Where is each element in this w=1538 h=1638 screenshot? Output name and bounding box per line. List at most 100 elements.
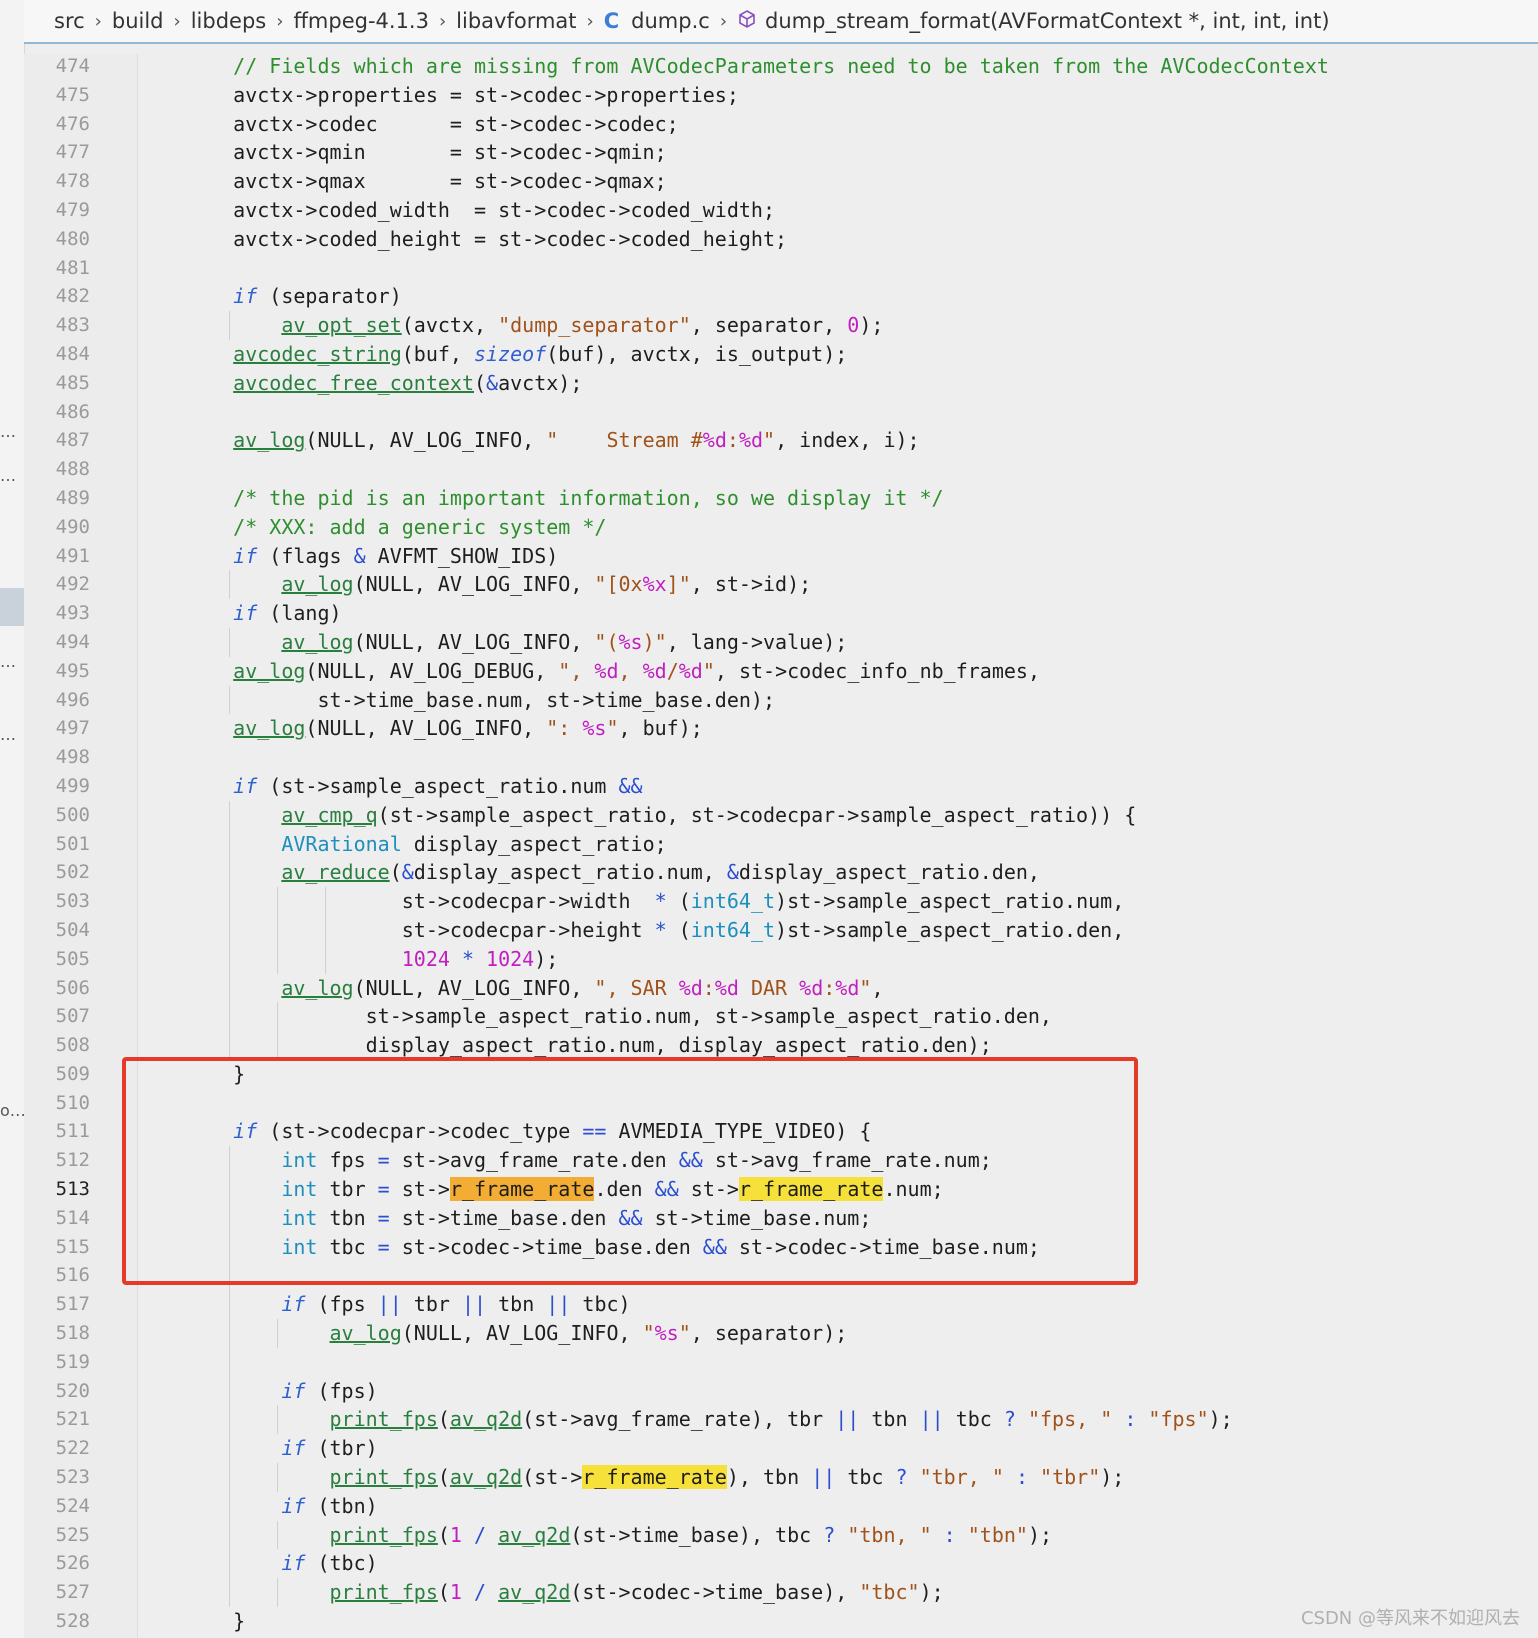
code-token: int64_t — [690, 889, 776, 914]
code-line[interactable]: 499 if (st->sample_aspect_ratio.num && — [0, 772, 1538, 801]
code-line[interactable]: 479 avctx->coded_width = st->codec->code… — [0, 196, 1538, 225]
code-token: st->codecpar->width — [185, 889, 655, 914]
code-line[interactable]: 493 if (lang) — [0, 599, 1538, 628]
code-line[interactable]: 482 if (separator) — [0, 282, 1538, 311]
code-line[interactable]: 503 st->codecpar->width * (int64_t)st->s… — [0, 887, 1538, 916]
code-text: av_log(NULL, AV_LOG_INFO, "%s", separato… — [185, 1319, 848, 1348]
code-line[interactable]: 497 av_log(NULL, AV_LOG_INFO, ": %s", bu… — [0, 714, 1538, 743]
code-line[interactable]: 484 avcodec_string(buf, sizeof(buf), avc… — [0, 340, 1538, 369]
breadcrumb-item[interactable]: ffmpeg-4.1.3 — [293, 9, 429, 33]
line-number: 504 — [55, 918, 90, 941]
code-line[interactable]: 500 av_cmp_q(st->sample_aspect_ratio, st… — [0, 800, 1538, 830]
code-line[interactable]: 522 if (tbr) — [0, 1434, 1538, 1464]
code-token: avctx->qmax = st->codec->qmax; — [185, 169, 667, 194]
code-line[interactable]: 483 av_opt_set(avctx, "dump_separator", … — [0, 311, 1538, 340]
code-line[interactable]: 489 /* the pid is an important informati… — [0, 484, 1538, 513]
code-token: ? — [823, 1522, 836, 1547]
breadcrumb-item[interactable]: src — [54, 9, 85, 33]
code-line[interactable]: 498 — [0, 743, 1538, 772]
code-line[interactable]: 488 — [0, 455, 1538, 484]
code-text: avctx->coded_width = st->codec->coded_wi… — [185, 196, 775, 225]
code-token: || — [546, 1292, 571, 1317]
code-token: av_cmp_q — [281, 802, 378, 827]
code-token: (st->codec->time_base), — [570, 1580, 860, 1605]
code-token: || — [919, 1407, 944, 1432]
code-token: ( — [666, 889, 691, 914]
chevron-right-icon: › — [586, 10, 594, 32]
code-line[interactable]: 485 avcodec_free_context(&avctx); — [0, 369, 1538, 398]
code-line[interactable]: 478 avctx->qmax = st->codec->qmax; — [0, 167, 1538, 196]
code-editor[interactable]: 474 // Fields which are missing from AVC… — [0, 52, 1538, 1636]
code-text: avcodec_string(buf, sizeof(buf), avctx, … — [185, 340, 847, 369]
code-line[interactable]: 518 av_log(NULL, AV_LOG_INFO, "%s", sepa… — [0, 1319, 1538, 1348]
code-token: print_fps — [329, 1522, 438, 1547]
code-token: av_reduce — [281, 860, 390, 885]
code-text: if (lang) — [185, 599, 341, 628]
code-line[interactable]: 481 — [0, 254, 1538, 283]
code-line[interactable]: 521 print_fps(av_q2d(st->avg_frame_rate)… — [0, 1405, 1538, 1435]
code-token: avctx->coded_width = st->codec->coded_wi… — [185, 197, 776, 222]
code-line[interactable]: 527 print_fps(1 / av_q2d(st->codec->time… — [0, 1578, 1538, 1608]
code-line[interactable]: 486 — [0, 398, 1538, 427]
code-token: , separator, — [690, 313, 848, 338]
code-token: tbc) — [570, 1292, 631, 1317]
code-line[interactable]: 501 AVRational display_aspect_ratio; — [0, 829, 1538, 859]
code-line[interactable]: 492 av_log(NULL, AV_LOG_INFO, "[0x%x]", … — [0, 570, 1538, 600]
code-text: av_log(NULL, AV_LOG_INFO, ": %s", buf); — [185, 714, 703, 743]
breadcrumb-item[interactable]: libavformat — [456, 9, 576, 33]
code-token: if — [233, 773, 258, 798]
code-token: avctx->coded_height = st->codec->coded_h… — [185, 226, 788, 251]
code-line[interactable]: 487 av_log(NULL, AV_LOG_INFO, " Stream #… — [0, 426, 1538, 455]
code-line[interactable]: 502 av_reduce(&display_aspect_ratio.num,… — [0, 858, 1538, 888]
code-line[interactable]: 525 print_fps(1 / av_q2d(st->time_base),… — [0, 1520, 1538, 1550]
code-line[interactable]: 491 if (flags & AVFMT_SHOW_IDS) — [0, 542, 1538, 571]
code-line[interactable]: 495 av_log(NULL, AV_LOG_DEBUG, ", %d, %d… — [0, 657, 1538, 686]
code-line[interactable]: 519 — [0, 1347, 1538, 1377]
code-line[interactable]: 494 av_log(NULL, AV_LOG_INFO, "(%s)", la… — [0, 627, 1538, 657]
chevron-right-icon: › — [94, 10, 102, 32]
code-line[interactable]: 505 1024 * 1024); — [0, 944, 1538, 974]
breadcrumb-item[interactable]: libdeps — [191, 9, 267, 33]
code-line[interactable]: 523 print_fps(av_q2d(st->r_frame_rate), … — [0, 1463, 1538, 1492]
code-token: 1024 — [486, 946, 535, 971]
breadcrumb-file[interactable]: dump.c — [631, 9, 710, 33]
code-line[interactable]: 507 st->sample_aspect_ratio.num, st->sam… — [0, 1002, 1538, 1032]
code-line[interactable]: 517 if (fps || tbr || tbn || tbc) — [0, 1290, 1538, 1320]
code-text: av_reduce(&display_aspect_ratio.num, &di… — [185, 858, 1040, 887]
code-line[interactable]: 524 if (tbn) — [0, 1491, 1538, 1521]
code-token: if — [281, 1436, 306, 1461]
code-token: (st->time_base), tbc — [570, 1522, 824, 1547]
code-token: %d — [714, 975, 739, 1000]
code-token: || — [811, 1465, 836, 1490]
code-line[interactable]: 474 // Fields which are missing from AVC… — [0, 52, 1538, 81]
code-line[interactable]: 520 if (fps) — [0, 1376, 1538, 1406]
code-token: av_q2d — [498, 1580, 571, 1605]
code-line[interactable]: 504 st->codecpar->height * (int64_t)st->… — [0, 915, 1538, 945]
code-token: )st->sample_aspect_ratio.den, — [775, 917, 1125, 942]
code-token: tbn — [486, 1292, 547, 1317]
code-token: ); — [1208, 1407, 1233, 1432]
code-token: ? — [895, 1465, 908, 1490]
code-line[interactable]: 496 st->time_base.num, st->time_base.den… — [0, 685, 1538, 715]
line-number: 474 — [55, 55, 90, 77]
code-line[interactable]: 475 avctx->properties = st->codec->prope… — [0, 81, 1538, 110]
code-token: "fps, " — [1027, 1407, 1113, 1432]
breadcrumb-function[interactable]: dump_stream_format(AVFormatContext *, in… — [765, 9, 1330, 33]
code-token: ( — [437, 1407, 450, 1432]
code-line[interactable]: 490 /* XXX: add a generic system */ — [0, 513, 1538, 542]
code-token: %d — [702, 428, 727, 453]
code-token: ( — [437, 1580, 450, 1605]
code-line[interactable]: 476 avctx->codec = st->codec->codec; — [0, 110, 1538, 139]
code-line[interactable]: 526 if (tbc) — [0, 1549, 1538, 1579]
breadcrumb-item[interactable]: build — [112, 9, 164, 33]
code-line[interactable]: 508 display_aspect_ratio.num, display_as… — [0, 1031, 1538, 1060]
code-line[interactable]: 480 avctx->coded_height = st->codec->cod… — [0, 225, 1538, 254]
code-line[interactable]: 477 avctx->qmin = st->codec->qmin; — [0, 138, 1538, 167]
line-number: 513 — [55, 1178, 90, 1201]
code-line[interactable]: 506 av_log(NULL, AV_LOG_INFO, ", SAR %d:… — [0, 973, 1538, 1003]
code-text: av_log(NULL, AV_LOG_INFO, "[0x%x]", st->… — [185, 570, 811, 599]
